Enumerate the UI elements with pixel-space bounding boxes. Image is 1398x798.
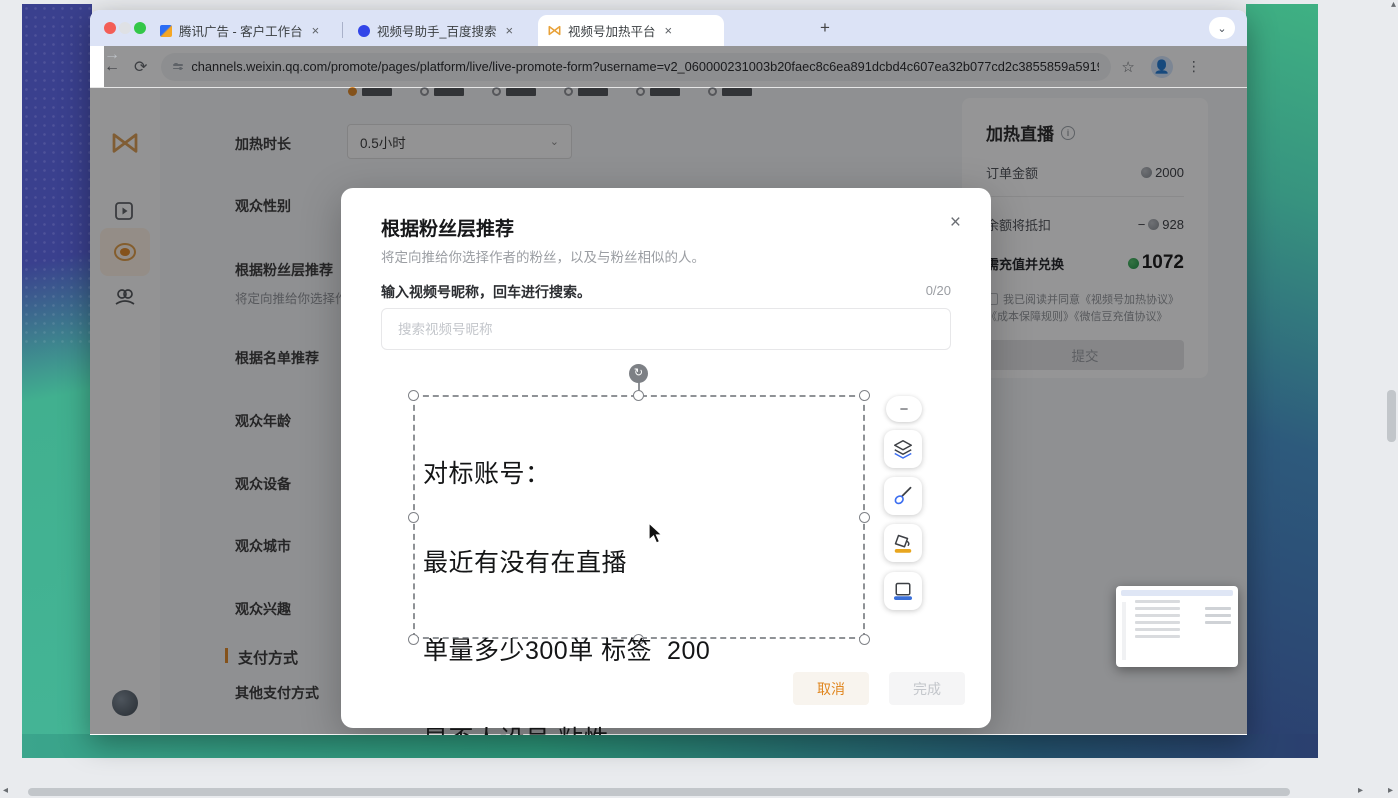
- resize-handle-ne[interactable]: [859, 390, 870, 401]
- tab-label: 腾讯广告 - 客户工作台: [179, 21, 303, 40]
- channels-favicon: [548, 25, 561, 36]
- tab-search-chevron-icon[interactable]: ⌄: [1209, 17, 1235, 39]
- new-tab-button[interactable]: +: [820, 18, 830, 38]
- brush-button[interactable]: [884, 477, 922, 515]
- resize-handle-w[interactable]: [408, 512, 419, 523]
- browser-window: 腾讯广告 - 客户工作台 × 视频号助手_百度搜索 × 视频号加热平台 × + …: [90, 10, 1247, 735]
- tab-label: 视频号助手_百度搜索: [377, 21, 496, 40]
- screen-button[interactable]: [884, 572, 922, 610]
- mouse-cursor-icon: [648, 522, 665, 546]
- brush-icon: [891, 484, 915, 508]
- scroll-up-icon[interactable]: ▴: [1391, 0, 1396, 10]
- wallpaper-bottom: [22, 734, 1318, 758]
- layers-button[interactable]: [884, 430, 922, 468]
- pip-titlebar: [1121, 590, 1233, 596]
- laptop-icon: [891, 579, 915, 603]
- wallpaper-right: [1246, 4, 1318, 758]
- cancel-button[interactable]: 取消: [793, 672, 869, 705]
- done-button[interactable]: 完成: [889, 672, 965, 705]
- tab-close-icon[interactable]: ×: [503, 23, 515, 38]
- tab-label: 视频号加热平台: [568, 21, 656, 40]
- resize-handle-nw[interactable]: [408, 390, 419, 401]
- pip-sidebar: [1122, 602, 1126, 660]
- scroll-right-icon-2[interactable]: ▸: [1388, 786, 1393, 796]
- scroll-right-icon[interactable]: ▸: [1358, 786, 1363, 796]
- pip-panel: [1205, 603, 1231, 624]
- fill-button[interactable]: [884, 524, 922, 562]
- collapse-tools-button[interactable]: −: [886, 396, 922, 422]
- annotation-text[interactable]: 对标账号： 最近有没有在直播 单量多少300单 标签 200 是否人设号 粘性 …: [423, 401, 710, 735]
- tab-baidu-search[interactable]: 视频号助手_百度搜索 ×: [348, 15, 534, 46]
- resize-handle-se[interactable]: [859, 634, 870, 645]
- tab-separator: [342, 22, 343, 38]
- search-instruction: 输入视频号昵称，回车进行搜索。: [381, 282, 591, 302]
- wallpaper-left: [22, 4, 92, 758]
- window-minimize-button[interactable]: [119, 22, 131, 34]
- modal-subtitle: 将定向推给你选择作者的粉丝，以及与粉丝相似的人。: [381, 246, 705, 266]
- resize-handle-sw[interactable]: [408, 634, 419, 645]
- forward-icon[interactable]: →: [104, 46, 1247, 87]
- vertical-scrollbar[interactable]: [1387, 390, 1396, 442]
- resize-handle-n[interactable]: [633, 390, 644, 401]
- window-zoom-button[interactable]: [134, 22, 146, 34]
- horizontal-scrollbar[interactable]: [28, 788, 1290, 796]
- selection-counter: 0/20: [926, 283, 951, 298]
- tencent-ads-favicon: [160, 25, 172, 37]
- paint-bucket-icon: [891, 531, 915, 555]
- resize-handle-e[interactable]: [859, 512, 870, 523]
- nickname-search-input[interactable]: [381, 308, 951, 350]
- baidu-favicon: [358, 25, 370, 37]
- tab-close-icon[interactable]: ×: [663, 23, 675, 38]
- window-close-button[interactable]: [104, 22, 116, 34]
- tab-strip: 腾讯广告 - 客户工作台 × 视频号助手_百度搜索 × 视频号加热平台 × + …: [90, 10, 1247, 46]
- scroll-left-icon[interactable]: ◂: [3, 786, 8, 796]
- tab-channels-platform[interactable]: 视频号加热平台 ×: [538, 15, 724, 46]
- tab-close-icon[interactable]: ×: [310, 23, 322, 38]
- layers-icon: [891, 437, 915, 461]
- modal-title: 根据粉丝层推荐: [381, 214, 514, 241]
- page-content: 加热时长 0.5小时 ⌄ 观众性别 根据粉丝层推荐 将定向推给你选择作者 根据名…: [90, 88, 1247, 734]
- close-icon[interactable]: ×: [950, 212, 961, 234]
- rotate-handle-icon[interactable]: ↻: [629, 364, 648, 383]
- tab-tencent-ads[interactable]: 腾讯广告 - 客户工作台 ×: [150, 15, 336, 46]
- screen-preview-thumbnail[interactable]: [1116, 586, 1238, 667]
